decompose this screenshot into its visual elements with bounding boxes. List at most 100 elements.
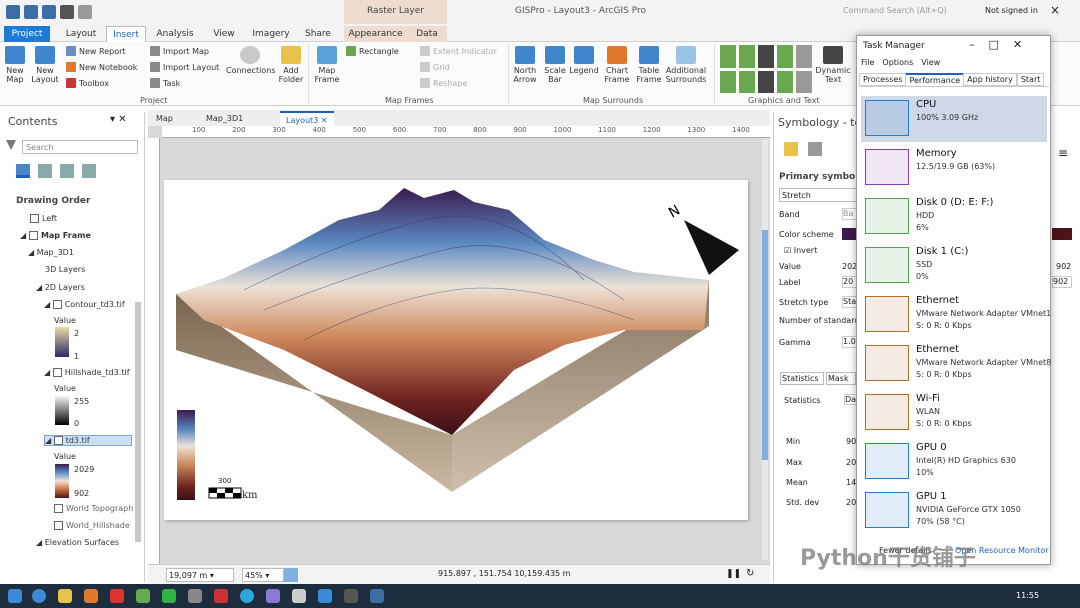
grid-button[interactable]: Grid — [420, 62, 450, 72]
settings-icon[interactable] — [292, 589, 306, 603]
pause-icon[interactable]: ❚❚ — [726, 569, 741, 579]
polygon-icon[interactable] — [720, 70, 736, 93]
tree-td3[interactable]: ◢ td3.tif — [44, 435, 132, 446]
perf-item[interactable]: Wi-Fi WLAN S: 0 R: 0 Kbps — [861, 390, 1047, 436]
zoom-select[interactable]: 45% ▾ — [242, 568, 284, 582]
perf-item[interactable]: CPU 100% 3.09 GHz — [861, 96, 1047, 142]
command-search-input[interactable]: Command Search (Alt+Q) — [843, 6, 947, 15]
menu-view[interactable]: View — [921, 58, 940, 67]
chrome-icon[interactable] — [110, 589, 124, 603]
table-frame-button[interactable]: Table Frame — [634, 46, 664, 84]
edge-icon[interactable] — [32, 589, 46, 603]
refresh-icon[interactable]: ↻ — [746, 568, 754, 579]
app-icon[interactable] — [136, 589, 150, 603]
wps-icon[interactable] — [214, 589, 228, 603]
canvas-vscroll[interactable] — [762, 140, 768, 560]
redo-icon[interactable] — [78, 5, 92, 19]
tree-world-topo[interactable]: World Topograph — [54, 504, 133, 513]
tree-3d-layers[interactable]: 3D Layers — [45, 265, 85, 274]
rectangle-button[interactable]: Rectangle — [346, 46, 399, 56]
new-layout-button[interactable]: New Layout — [30, 46, 60, 84]
arcgis-icon[interactable] — [266, 589, 280, 603]
source-icon[interactable] — [38, 164, 52, 178]
contents-scrollbar[interactable] — [135, 302, 141, 542]
tab-data[interactable]: Data — [407, 26, 447, 42]
vary-symbology-icon[interactable] — [808, 142, 822, 156]
scale-bar-button[interactable]: Scale Bar — [542, 46, 568, 84]
save-icon[interactable] — [42, 5, 56, 19]
tab-share[interactable]: Share — [298, 26, 338, 42]
close-window-icon[interactable]: × — [1050, 3, 1060, 17]
connections-button[interactable]: Connections — [226, 46, 275, 75]
new-map-button[interactable]: New Map — [2, 46, 28, 84]
menu-file[interactable]: File — [861, 58, 874, 67]
additional-surrounds-button[interactable]: Additional Surrounds — [664, 46, 708, 84]
perf-item[interactable]: Ethernet VMware Network Adapter VMnet8 S: … — [861, 341, 1051, 387]
perf-item[interactable]: Disk 0 (D: E: F:) HDD 6% — [861, 194, 1047, 240]
tree-world-hillshade[interactable]: World_Hillshade — [54, 521, 130, 530]
selection-icon[interactable] — [60, 164, 74, 178]
open-icon[interactable] — [24, 5, 38, 19]
drawing-order-icon[interactable] — [16, 164, 30, 178]
chart-frame-button[interactable]: Chart Frame — [602, 46, 632, 84]
tab-statistics[interactable]: Statistics — [780, 372, 824, 385]
invert-checkbox[interactable]: ☑ Invert — [784, 246, 817, 255]
tab-layout3[interactable]: Layout3 ✕ — [280, 111, 334, 126]
tab-app-history[interactable]: App history — [963, 73, 1017, 86]
perf-item[interactable]: Memory 12.5/19.9 GB (63%) — [861, 145, 1047, 191]
text-icon[interactable] — [758, 45, 774, 68]
tab-project[interactable]: Project — [4, 26, 50, 42]
perf-item[interactable]: Disk 1 (C:) SSD 0% — [861, 243, 1047, 289]
app-icon[interactable] — [84, 589, 98, 603]
layout-page[interactable]: N 300 km — [164, 180, 748, 520]
tree-left[interactable]: Left — [30, 214, 57, 223]
more-icon[interactable] — [796, 70, 812, 93]
scale-input[interactable]: 19,097 m ▾ — [166, 568, 234, 582]
import-map-button[interactable]: Import Map — [150, 46, 209, 56]
tab-performance[interactable]: Performance — [906, 73, 964, 86]
tab-mask[interactable]: Mask — [826, 372, 856, 385]
more-icon[interactable] — [796, 45, 812, 68]
point-icon[interactable] — [720, 45, 736, 68]
primary-symbology-icon[interactable] — [784, 142, 798, 156]
renderer-select[interactable]: Stretch — [779, 188, 863, 202]
picture-icon[interactable] — [777, 45, 793, 68]
task-button[interactable]: Task — [150, 78, 180, 88]
map-frame-button[interactable]: Map Frame — [312, 46, 342, 84]
circle-icon[interactable] — [758, 70, 774, 93]
tab-processes[interactable]: Processes — [859, 73, 907, 86]
curve-icon[interactable] — [739, 70, 755, 93]
import-layout-button[interactable]: Import Layout — [150, 62, 219, 72]
app-icon[interactable] — [188, 589, 202, 603]
wechat-icon[interactable] — [162, 589, 176, 603]
tree-map-3d1[interactable]: ◢ Map_3D1 — [28, 248, 74, 257]
fixed-extent-icon[interactable] — [284, 568, 298, 582]
reshape-button[interactable]: Reshape — [420, 78, 467, 88]
menu-options[interactable]: Options — [882, 58, 913, 67]
dynamic-text-button[interactable]: Dynamic Text — [815, 46, 851, 84]
tab-map-3d1[interactable]: Map_3D1 — [200, 111, 249, 126]
label-low[interactable]: 902 — [1052, 276, 1072, 288]
tree-map-frame[interactable]: ◢ Map Frame — [20, 231, 91, 240]
add-folder-button[interactable]: Add Folder — [276, 46, 306, 84]
tab-view[interactable]: View — [204, 26, 244, 42]
tab-layout[interactable]: Layout — [58, 26, 104, 42]
contents-search-input[interactable]: Search — [22, 140, 138, 154]
north-arrow-button[interactable]: North Arrow — [510, 46, 540, 84]
tab-appearance[interactable]: Appearance — [344, 26, 407, 42]
app-icon[interactable] — [240, 589, 254, 603]
app-icon[interactable] — [344, 589, 358, 603]
tab-imagery[interactable]: Imagery — [248, 26, 294, 42]
window-controls[interactable]: –□✕ — [969, 38, 1036, 51]
filter-icon[interactable] — [6, 140, 16, 152]
shape-icon[interactable] — [777, 70, 793, 93]
pin-icon[interactable]: ▾ ✕ — [110, 114, 127, 125]
tab-analysis[interactable]: Analysis — [152, 26, 198, 42]
tree-elevation-surfaces[interactable]: ◢ Elevation Surfaces — [36, 538, 119, 547]
undo-icon[interactable] — [60, 5, 74, 19]
explorer-icon[interactable] — [58, 589, 72, 603]
task-manager-taskbar-icon[interactable] — [370, 589, 384, 603]
tree-2d-layers[interactable]: ◢ 2D Layers — [36, 283, 85, 292]
line-icon[interactable] — [739, 45, 755, 68]
perf-item[interactable]: GPU 1 NVIDIA GeForce GTX 1050 70% (58 °C) — [861, 488, 1047, 534]
